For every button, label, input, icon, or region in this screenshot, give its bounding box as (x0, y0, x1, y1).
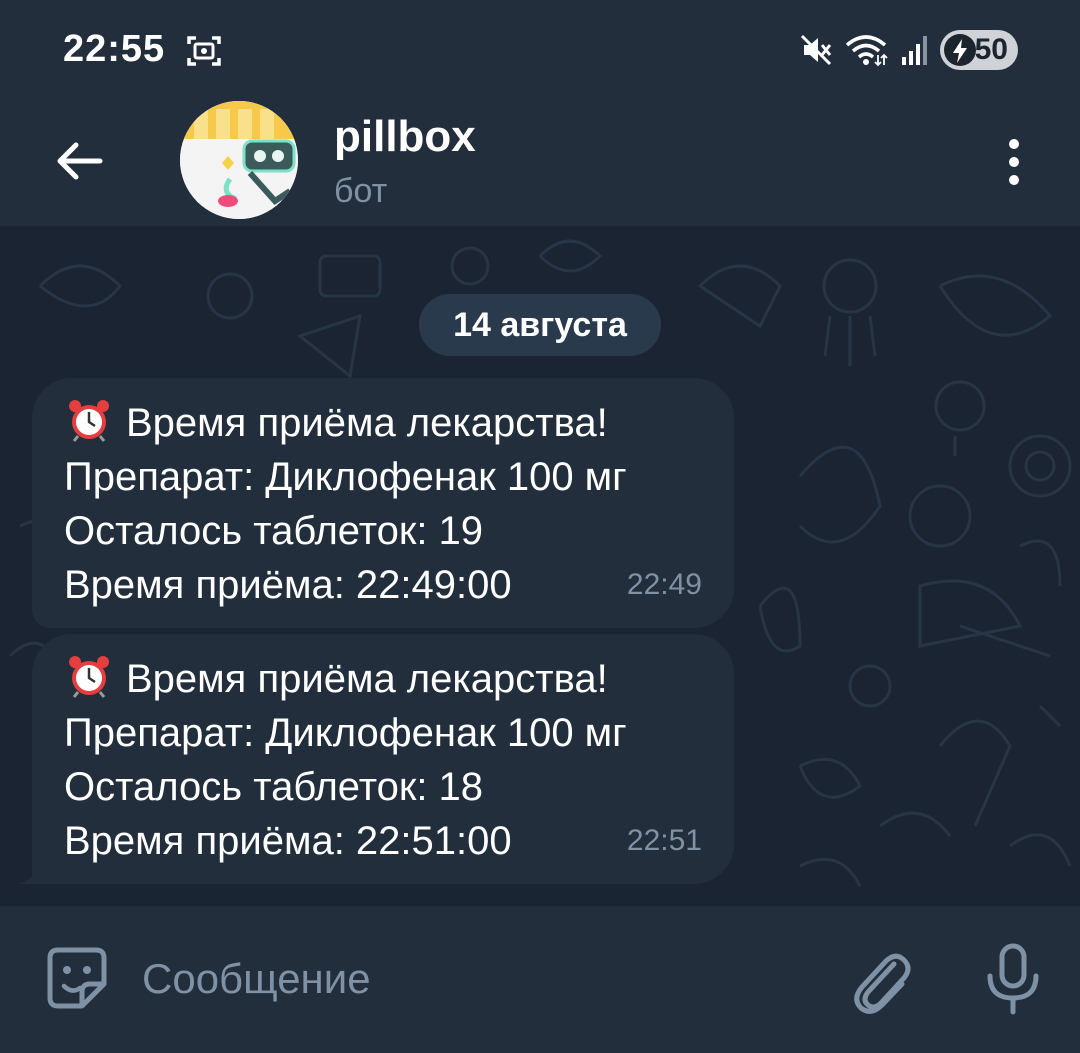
message-bubble[interactable]: Время приёма лекарства! Препарат: Диклоф… (32, 378, 734, 628)
message-time: 22:51 (626, 824, 702, 857)
back-arrow-icon[interactable] (44, 126, 114, 196)
screenshot-icon (187, 36, 221, 66)
message-time: 22:49 (626, 568, 702, 601)
message-title: Время приёма лекарства! (126, 401, 608, 445)
mute-icon (800, 34, 832, 66)
message-title: Время приёма лекарства! (126, 657, 608, 701)
wifi-icon (845, 35, 888, 67)
chat-messages-area[interactable]: 14 августа Время приёма лекарства! Препа… (0, 226, 1080, 906)
bot-avatar[interactable] (180, 101, 298, 219)
alarm-clock-icon (69, 656, 109, 698)
more-vertical-icon[interactable] (994, 134, 1034, 194)
message-composer (0, 906, 1080, 1053)
status-time: 22:55 (63, 28, 166, 70)
battery-charging-icon: 50 (940, 30, 1018, 70)
message-intake-time: Время приёма: 22:51:00 (64, 819, 512, 863)
chat-subtitle: бот (334, 172, 388, 210)
status-bar: 22:55 50 (0, 0, 1080, 100)
message-title-line: Время приёма лекарства! (64, 396, 704, 450)
chat-title: pillbox (334, 112, 476, 161)
message-input[interactable] (142, 946, 822, 1012)
sticker-icon[interactable] (42, 944, 112, 1014)
message-remaining: Осталось таблеток: 18 (64, 765, 484, 809)
message-drug: Препарат: Диклофенак 100 мг (64, 455, 627, 499)
battery-level: 50 (974, 33, 1008, 66)
status-icons: 50 (800, 30, 1018, 70)
alarm-clock-icon (69, 400, 109, 442)
message-bubble[interactable]: Время приёма лекарства! Препарат: Диклоф… (32, 634, 734, 884)
bubble-tail (18, 866, 48, 884)
microphone-icon[interactable] (980, 942, 1046, 1016)
signal-icon (902, 36, 927, 65)
paperclip-icon[interactable] (846, 942, 916, 1016)
message-title-line: Время приёма лекарства! (64, 652, 704, 706)
message-intake-time: Время приёма: 22:49:00 (64, 563, 512, 607)
chat-header: pillbox бот (0, 100, 1080, 226)
message-remaining: Осталось таблеток: 19 (64, 509, 484, 553)
message-drug: Препарат: Диклофенак 100 мг (64, 711, 627, 755)
date-separator: 14 августа (419, 294, 661, 356)
